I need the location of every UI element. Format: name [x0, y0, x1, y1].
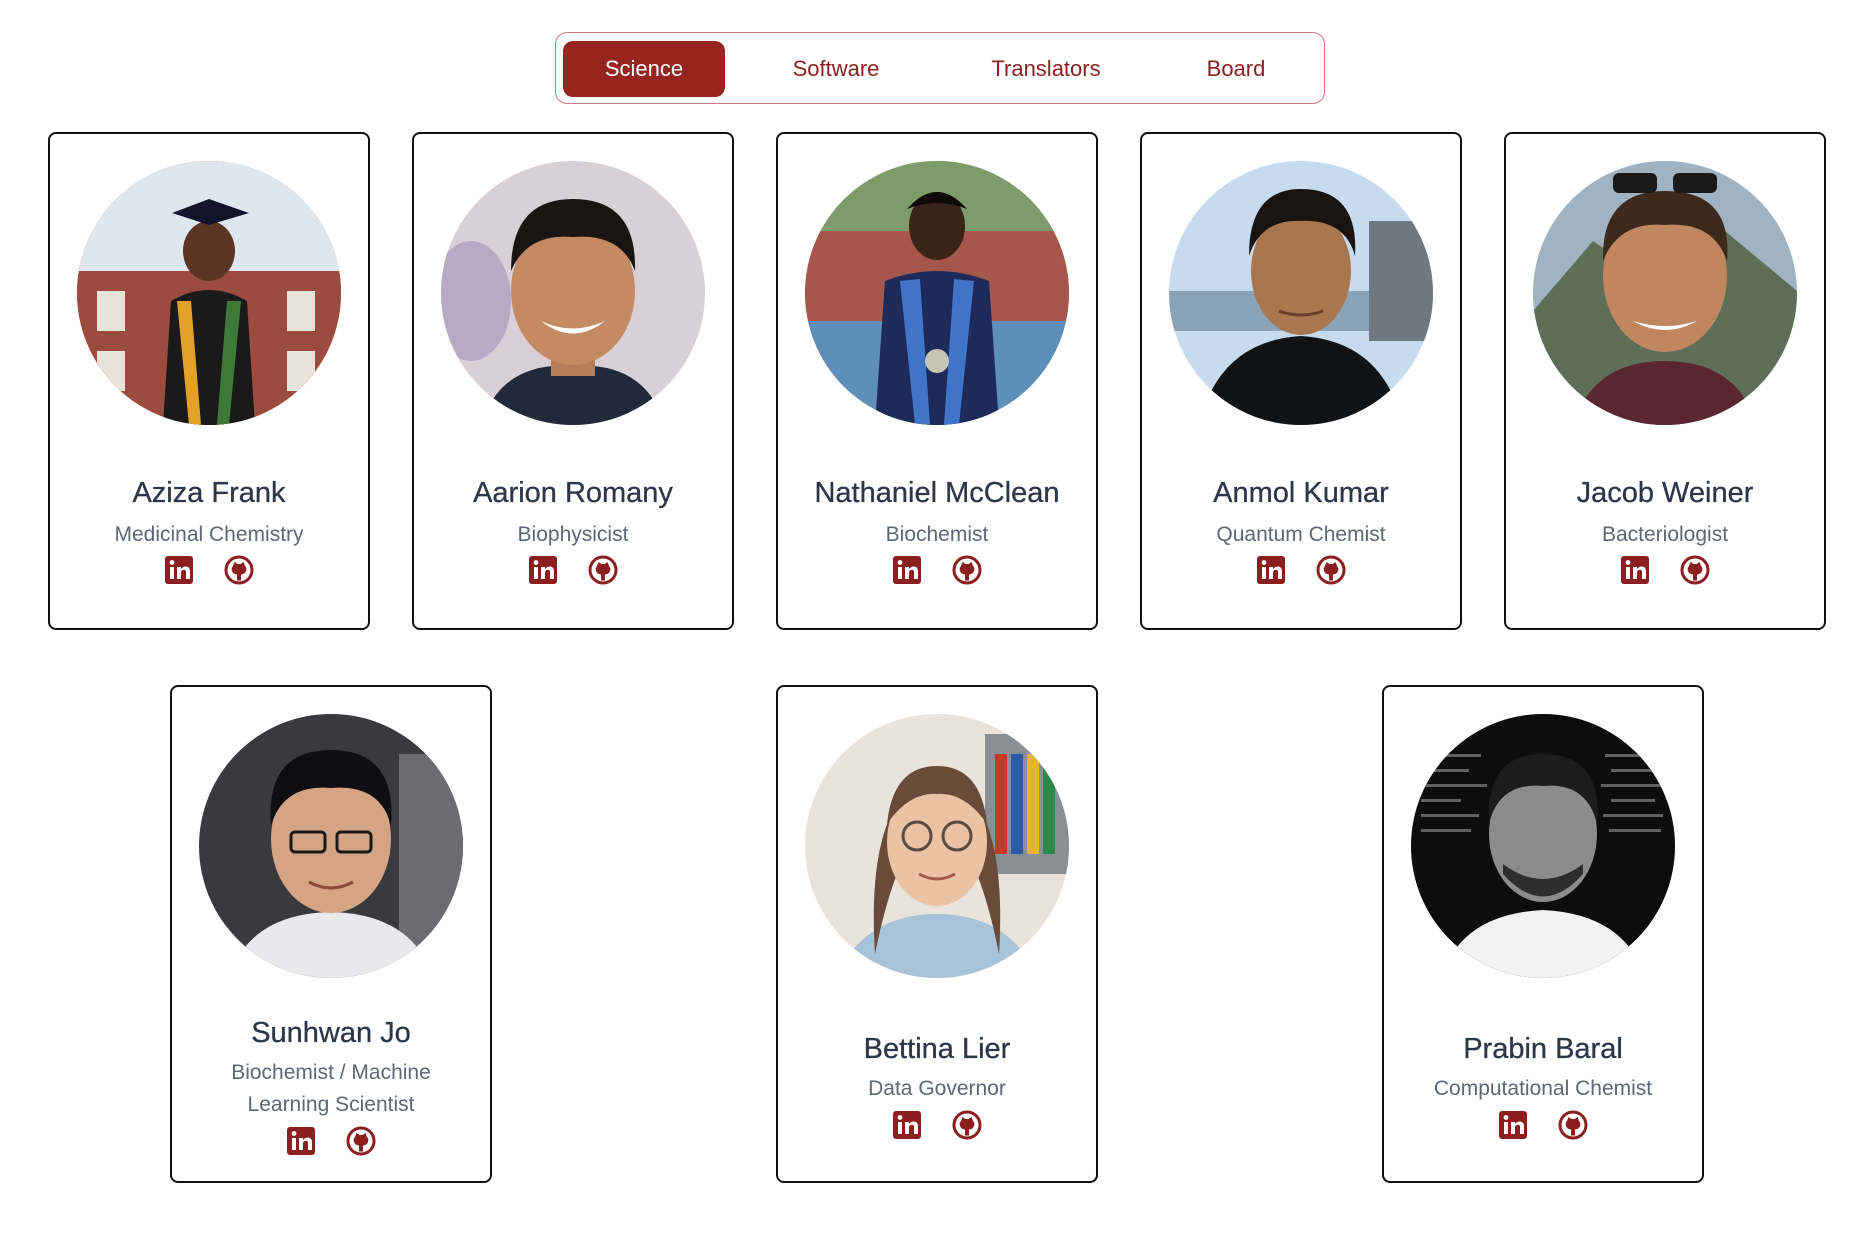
linkedin-icon[interactable] [528, 555, 558, 585]
member-role: Computational Chemist [1433, 1077, 1653, 1100]
github-icon[interactable] [346, 1126, 376, 1156]
team-member-card: Bettina Lier Data Governor [776, 685, 1098, 1183]
member-name: Anmol Kumar [1213, 477, 1389, 509]
member-role: Quantum Chemist [1216, 523, 1386, 546]
tab-software[interactable]: Software [736, 41, 936, 97]
github-icon[interactable] [1316, 555, 1346, 585]
github-icon[interactable] [1558, 1110, 1588, 1140]
social-links [414, 555, 732, 587]
avatar [1533, 161, 1797, 425]
tab-translators[interactable]: Translators [936, 41, 1156, 97]
member-role: Bacteriologist [1601, 523, 1729, 546]
member-name: Prabin Baral [1463, 1033, 1623, 1065]
member-name: Jacob Weiner [1576, 477, 1754, 509]
member-name: Nathaniel McClean [814, 477, 1060, 509]
member-role: Data Governor [868, 1077, 1006, 1100]
team-member-card: Aziza Frank Medicinal Chemistry [48, 132, 370, 630]
linkedin-icon[interactable] [1498, 1110, 1528, 1140]
github-icon[interactable] [1680, 555, 1710, 585]
member-name: Aarion Romany [473, 477, 673, 509]
member-name: Aziza Frank [132, 477, 286, 509]
avatar [77, 161, 341, 425]
social-links [1384, 1110, 1702, 1142]
social-links [50, 555, 368, 587]
member-name: Bettina Lier [863, 1033, 1011, 1065]
member-role: Medicinal Chemistry [114, 523, 304, 546]
github-icon[interactable] [224, 555, 254, 585]
linkedin-icon[interactable] [164, 555, 194, 585]
social-links [778, 555, 1096, 587]
linkedin-icon[interactable] [1256, 555, 1286, 585]
linkedin-icon[interactable] [892, 555, 922, 585]
team-member-card: Sunhwan Jo Biochemist / Machine Learning… [170, 685, 492, 1183]
team-member-card: Prabin Baral Computational Chemist [1382, 685, 1704, 1183]
member-role: Biophysicist [517, 523, 629, 546]
social-links [1142, 555, 1460, 587]
linkedin-icon[interactable] [286, 1126, 316, 1156]
avatar [805, 714, 1069, 978]
github-icon[interactable] [952, 555, 982, 585]
avatar [441, 161, 705, 425]
team-member-card: Aarion Romany Biophysicist [412, 132, 734, 630]
tab-science[interactable]: Science [563, 41, 725, 97]
linkedin-icon[interactable] [1620, 555, 1650, 585]
github-icon[interactable] [952, 1110, 982, 1140]
member-role: Biochemist / Machine Learning Scientist [231, 1061, 431, 1116]
linkedin-icon[interactable] [892, 1110, 922, 1140]
tab-board[interactable]: Board [1156, 41, 1316, 97]
avatar [805, 161, 1069, 425]
github-icon[interactable] [588, 555, 618, 585]
team-member-card: Anmol Kumar Quantum Chemist [1140, 132, 1462, 630]
team-member-card: Jacob Weiner Bacteriologist [1504, 132, 1826, 630]
avatar [1169, 161, 1433, 425]
social-links [778, 1110, 1096, 1142]
avatar [1411, 714, 1675, 978]
team-category-tabs: Science Software Translators Board [555, 32, 1325, 104]
social-links [1506, 555, 1824, 587]
social-links [172, 1126, 490, 1158]
member-role: Biochemist [885, 523, 989, 546]
team-member-card: Nathaniel McClean Biochemist [776, 132, 1098, 630]
member-name: Sunhwan Jo [251, 1017, 411, 1049]
avatar [199, 714, 463, 978]
